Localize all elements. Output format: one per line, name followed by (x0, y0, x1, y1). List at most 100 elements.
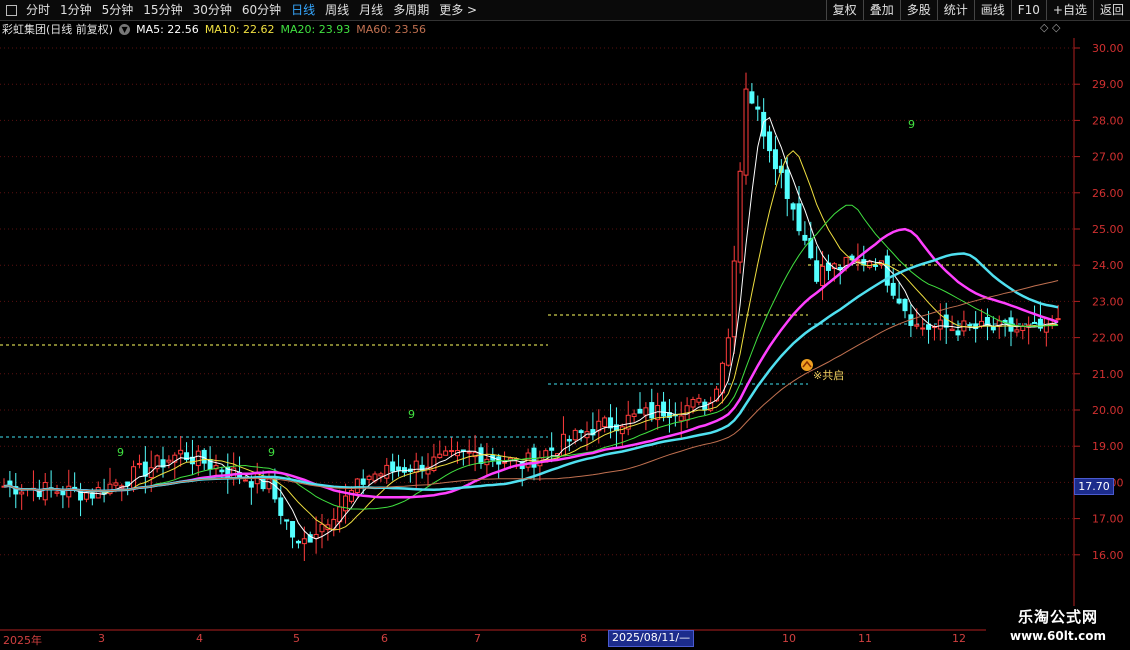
toolbar-button-0[interactable]: 复权 (825, 0, 863, 20)
period-tab-4[interactable]: 30分钟 (188, 0, 237, 20)
candle-body (690, 398, 696, 408)
period-tab-0[interactable]: 分时 (21, 0, 55, 20)
candle-body (195, 450, 201, 467)
watermark-title: 乐淘公式网 (1017, 608, 1098, 626)
candle-body (637, 408, 643, 414)
price-tick-label: 17.00 (1092, 513, 1124, 526)
candle-body (884, 255, 890, 286)
ma-line-40 (3, 252, 1059, 493)
candle-body (902, 298, 908, 312)
toolbar-button-4[interactable]: 画线 (973, 0, 1011, 20)
month-label: 7 (474, 632, 481, 645)
candle-body (896, 298, 902, 304)
month-label: 12 (952, 632, 966, 645)
toolbar-button-2[interactable]: 多股 (899, 0, 937, 20)
period-tab-1[interactable]: 1分钟 (55, 0, 97, 20)
period-tab-5[interactable]: 60分钟 (237, 0, 286, 20)
period-tab-8[interactable]: 月线 (354, 0, 388, 20)
toolbar-button-3[interactable]: 统计 (936, 0, 974, 20)
price-tick-label: 16.00 (1092, 549, 1124, 562)
candle-body (178, 449, 184, 455)
price-tick-label: 22.00 (1092, 332, 1124, 345)
candle-body (943, 314, 949, 328)
price-tick-label: 23.00 (1092, 295, 1124, 308)
candle-body (301, 538, 307, 545)
candle-body (920, 327, 926, 330)
candle-body (890, 282, 896, 296)
candle-body (1055, 318, 1061, 321)
candle-body (1020, 325, 1026, 331)
candle-body (867, 261, 873, 268)
candlesticks (1, 72, 1061, 561)
candle-body (360, 478, 366, 485)
candle-body (42, 482, 48, 501)
candle-body (749, 91, 755, 104)
price-tick-label: 30.00 (1092, 42, 1124, 55)
candle-body (767, 131, 773, 152)
candle-body (36, 491, 42, 498)
chevron-down-icon[interactable]: ▼ (119, 23, 131, 35)
candle-body (967, 324, 973, 327)
month-label: 8 (580, 632, 587, 645)
candle-body (914, 324, 920, 327)
period-tab-6[interactable]: 日线 (286, 0, 320, 20)
candle-body (131, 466, 137, 489)
toolbar-button-1[interactable]: 叠加 (862, 0, 900, 20)
toolbar-button-6[interactable]: +自选 (1045, 0, 1093, 20)
candle-body (266, 478, 272, 490)
candle-body (990, 326, 996, 331)
candle-body (814, 260, 820, 282)
ma5-value: MA5: 22.56 (136, 22, 199, 36)
month-label: 4 (196, 632, 203, 645)
candle-body (719, 362, 725, 394)
candle-body (502, 461, 508, 464)
candle-body (643, 407, 649, 416)
candle-body (572, 429, 578, 441)
diamond-icon[interactable]: ◇ ◇ (1040, 21, 1060, 34)
candle-body (737, 170, 743, 263)
price-tick-label: 20.00 (1092, 404, 1124, 417)
candle-body (413, 460, 419, 473)
price-tick-label: 28.00 (1092, 114, 1124, 127)
candle-body (466, 451, 472, 454)
candle-body (248, 481, 254, 488)
candle-body (66, 485, 72, 498)
candle-body (166, 459, 172, 463)
candle-body (348, 490, 354, 502)
candle-body (401, 467, 407, 473)
candle-body (578, 430, 584, 434)
candle-body (443, 450, 449, 456)
ma-line-5 (3, 116, 1059, 540)
month-label: 11 (858, 632, 872, 645)
period-tab-2[interactable]: 5分钟 (97, 0, 139, 20)
price-tick-label: 27.00 (1092, 151, 1124, 164)
period-tab-3[interactable]: 15分钟 (138, 0, 187, 20)
candle-body (873, 264, 879, 267)
period-tab-9[interactable]: 多周期 (388, 0, 434, 20)
candle-body (602, 417, 608, 428)
candle-body (549, 447, 555, 451)
signal-icon (801, 359, 813, 371)
month-label: 5 (293, 632, 300, 645)
window-icon[interactable] (6, 4, 17, 16)
toolbar-button-7[interactable]: 返回 (1092, 0, 1130, 20)
kline-chart[interactable]: 9 9 9 9 30.00 29.00 28.00 27.00 26.00 25.00 24.00… (0, 0, 1130, 650)
candle-body (802, 234, 808, 241)
candle-body (1032, 321, 1038, 324)
moving-averages (3, 116, 1059, 540)
stock-title[interactable]: 彩虹集团(日线 前复权) (2, 21, 113, 37)
candle-body (560, 433, 566, 457)
candle-body (83, 492, 89, 500)
toolbar-button-5[interactable]: F10 (1010, 0, 1046, 20)
period-tab-7[interactable]: 周线 (320, 0, 354, 20)
price-tick-label: 21.00 (1092, 368, 1124, 381)
nine-mark: 9 (908, 118, 915, 131)
nine-mark: 9 (408, 408, 415, 421)
candle-body (784, 169, 790, 199)
nine-mark: 9 (268, 446, 275, 459)
candle-body (437, 453, 443, 459)
candle-body (219, 469, 225, 473)
month-label: 2025年 (3, 634, 42, 647)
period-tab-10[interactable]: 更多 > (434, 0, 482, 20)
candle-body (631, 413, 637, 418)
